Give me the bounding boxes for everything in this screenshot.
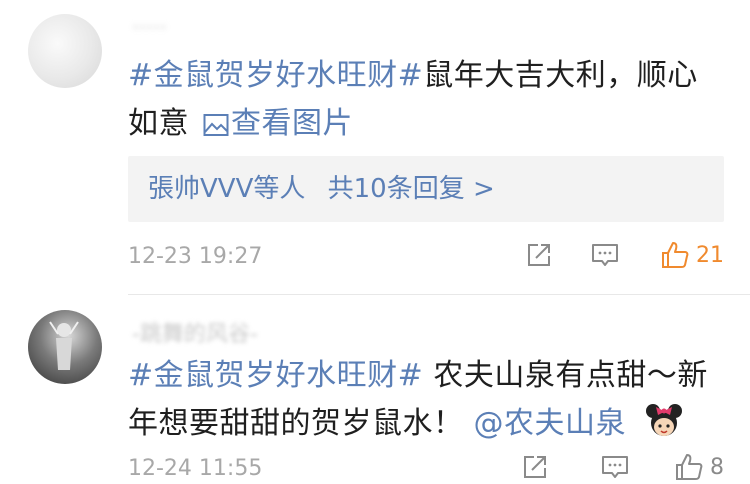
- like-icon[interactable]: [674, 452, 704, 482]
- topic-link[interactable]: #金鼠贺岁好水旺财#: [128, 58, 423, 93]
- action-bar: 8: [520, 452, 724, 482]
- comment-icon[interactable]: [590, 240, 620, 270]
- topic-link[interactable]: #金鼠贺岁好水旺财#: [128, 358, 423, 393]
- image-icon: [203, 114, 229, 136]
- like-count: 8: [710, 454, 724, 480]
- divider: [128, 294, 750, 295]
- like-icon[interactable]: [660, 240, 690, 270]
- comment-item: ····· #金鼠贺岁好水旺财#鼠年大吉大利，顺心如意 查看图片 張帅VVV等人…: [0, 0, 750, 300]
- comment-item: -跳舞的风谷- #金鼠贺岁好水旺财# 农夫山泉有点甜～新年想要甜甜的贺岁鼠水！ …: [0, 296, 750, 484]
- minnie-emoji-icon: [646, 404, 683, 436]
- timestamp: 12-24 11:55: [128, 456, 263, 481]
- username[interactable]: ·····: [132, 16, 167, 41]
- avatar[interactable]: [28, 14, 102, 88]
- comment-text: #金鼠贺岁好水旺财#鼠年大吉大利，顺心如意 查看图片: [128, 52, 728, 148]
- avatar-figure: [49, 321, 79, 370]
- comment-text: #金鼠贺岁好水旺财# 农夫山泉有点甜～新年想要甜甜的贺岁鼠水！ @农夫山泉: [128, 352, 728, 448]
- timestamp: 12-23 19:27: [128, 244, 263, 269]
- view-picture-label: 查看图片: [231, 106, 354, 141]
- reply-count: 共10条回复 >: [327, 174, 495, 204]
- share-icon[interactable]: [524, 240, 554, 270]
- like-count: 21: [696, 242, 724, 268]
- mention-link[interactable]: @农夫山泉: [474, 406, 627, 441]
- action-bar: 21: [524, 240, 724, 270]
- comment-icon[interactable]: [600, 452, 630, 482]
- reply-users: 張帅VVV等人: [148, 174, 306, 204]
- avatar[interactable]: [28, 310, 102, 384]
- replies-box[interactable]: 張帅VVV等人 共10条回复 >: [128, 156, 724, 222]
- share-icon[interactable]: [520, 452, 550, 482]
- username[interactable]: -跳舞的风谷-: [132, 316, 258, 348]
- view-picture-link[interactable]: 查看图片: [199, 106, 353, 141]
